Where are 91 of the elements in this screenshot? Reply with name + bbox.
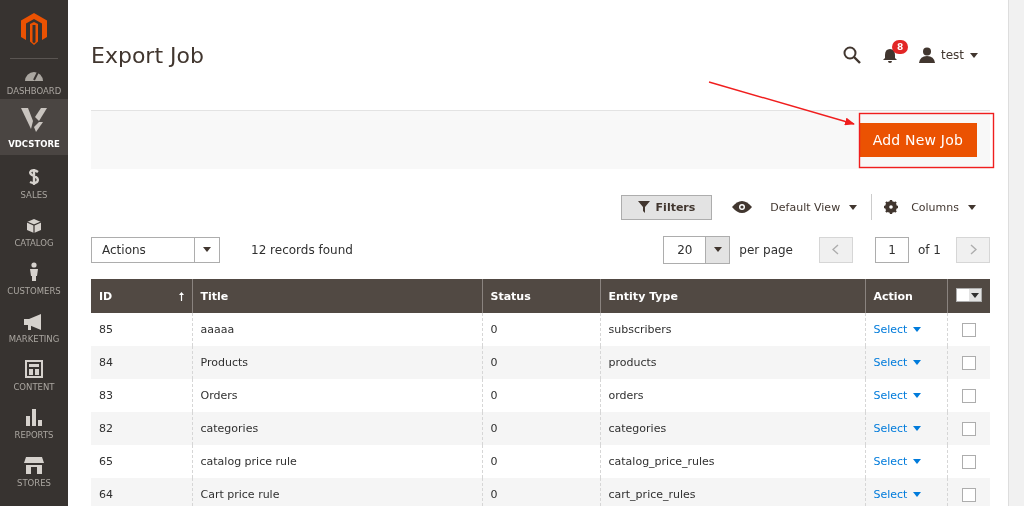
filters-button[interactable]: Filters	[620, 194, 713, 220]
table-cell: catalog_price_rules	[608, 455, 715, 468]
records-count: 12 records found	[251, 242, 354, 257]
caret-icon	[913, 327, 922, 332]
caret-icon	[913, 360, 922, 365]
caret-icon	[913, 393, 922, 398]
table-cell: 84	[99, 356, 113, 369]
caret-icon	[913, 459, 922, 464]
previous-page-button[interactable]	[819, 236, 853, 263]
row-checkbox[interactable]	[961, 322, 976, 337]
select-action-link[interactable]: Select	[873, 323, 922, 336]
actions-dropdown[interactable]: Actions	[91, 236, 220, 263]
table-cell: 0	[490, 488, 498, 501]
select-action-link[interactable]: Select	[873, 389, 922, 402]
layout-icon	[25, 360, 43, 378]
view-dropdown[interactable]: Default View	[732, 200, 872, 214]
sidebar-item[interactable]: CATALOG	[0, 203, 68, 251]
table-cell: subscribers	[608, 323, 672, 336]
sidebar-item[interactable]: REPORTS	[0, 395, 68, 443]
sidebar-item[interactable]: VDCSTORE	[0, 99, 68, 155]
row-checkbox[interactable]	[961, 355, 976, 370]
caret-icon	[913, 492, 922, 497]
sidebar-item[interactable]: STORES	[0, 443, 68, 491]
scrollbar[interactable]	[1008, 0, 1024, 506]
eye-icon	[732, 201, 753, 213]
search-icon[interactable]	[842, 46, 861, 64]
bar-chart-icon	[25, 408, 43, 426]
settings-icon	[884, 200, 899, 214]
table-cell: Cart price rule	[200, 488, 280, 501]
table-cell: 0	[490, 356, 498, 369]
caret-icon	[203, 247, 211, 252]
storefront-icon	[23, 456, 45, 474]
sidebar-item[interactable]: CONTENT	[0, 347, 68, 395]
logo-icon[interactable]	[21, 13, 47, 45]
table-cell: 0	[490, 422, 498, 435]
caret-icon	[968, 204, 976, 210]
row-checkbox[interactable]	[961, 454, 976, 469]
column-header[interactable]: Title	[192, 279, 482, 313]
chevron-left-icon	[832, 244, 840, 255]
caret-icon	[713, 247, 722, 252]
chevron-right-icon	[969, 244, 977, 255]
person-icon	[28, 262, 40, 282]
caret-icon	[913, 426, 922, 431]
table-cell: cart_price_rules	[608, 488, 696, 501]
caret-icon	[849, 204, 858, 210]
table-cell: 82	[99, 422, 113, 435]
column-header[interactable]: Action	[865, 279, 947, 313]
funnel-icon	[637, 201, 650, 213]
per-page-dropdown[interactable]: 20	[663, 235, 731, 264]
per-page-label: per page	[739, 242, 793, 257]
column-header[interactable]: ID	[91, 279, 192, 313]
select-action-link[interactable]: Select	[873, 455, 922, 468]
mass-select-checkbox[interactable]	[955, 288, 982, 302]
table-cell: 65	[99, 455, 113, 468]
table-cell: categories	[200, 422, 259, 435]
table-cell: 0	[490, 323, 498, 336]
table-cell: categories	[608, 422, 667, 435]
row-checkbox[interactable]	[961, 421, 976, 436]
user-menu[interactable]: test	[918, 47, 978, 63]
caret-icon	[970, 52, 978, 58]
table-cell: 0	[490, 389, 498, 402]
table-cell: Orders	[200, 389, 238, 402]
column-header[interactable]: Status	[482, 279, 600, 313]
table-cell: catalog price rule	[200, 455, 297, 468]
table-cell: Products	[200, 356, 248, 369]
page-total: of 1	[918, 242, 941, 257]
sidebar-item[interactable]: SALES	[0, 155, 68, 203]
notification-badge: 8	[891, 39, 909, 54]
bell-icon[interactable]	[882, 47, 897, 63]
dollar-icon	[28, 168, 40, 186]
table-cell: aaaaa	[200, 323, 235, 336]
user-icon	[918, 47, 935, 63]
table-cell: orders	[608, 389, 644, 402]
sidebar-item[interactable]: DASHBOARD	[0, 59, 68, 99]
next-page-button[interactable]	[956, 236, 990, 263]
table-cell: products	[608, 356, 657, 369]
table-cell: 83	[99, 389, 113, 402]
page-title: Export Job	[91, 42, 205, 68]
sidebar-item[interactable]: CUSTOMERS	[0, 251, 68, 299]
table-cell: 85	[99, 323, 113, 336]
row-checkbox[interactable]	[961, 388, 976, 403]
row-checkbox[interactable]	[961, 487, 976, 502]
page-number-field[interactable]: 1	[875, 236, 909, 263]
box-icon	[26, 218, 42, 234]
columns-dropdown[interactable]: Columns	[884, 200, 990, 214]
column-header[interactable]: Entity Type	[600, 279, 865, 313]
caret-icon	[970, 292, 979, 298]
table-cell: 0	[490, 455, 498, 468]
sidebar-item[interactable]: MARKETING	[0, 299, 68, 347]
add-new-job-button[interactable]: Add New Job	[858, 123, 977, 157]
table-cell: 64	[99, 488, 113, 501]
